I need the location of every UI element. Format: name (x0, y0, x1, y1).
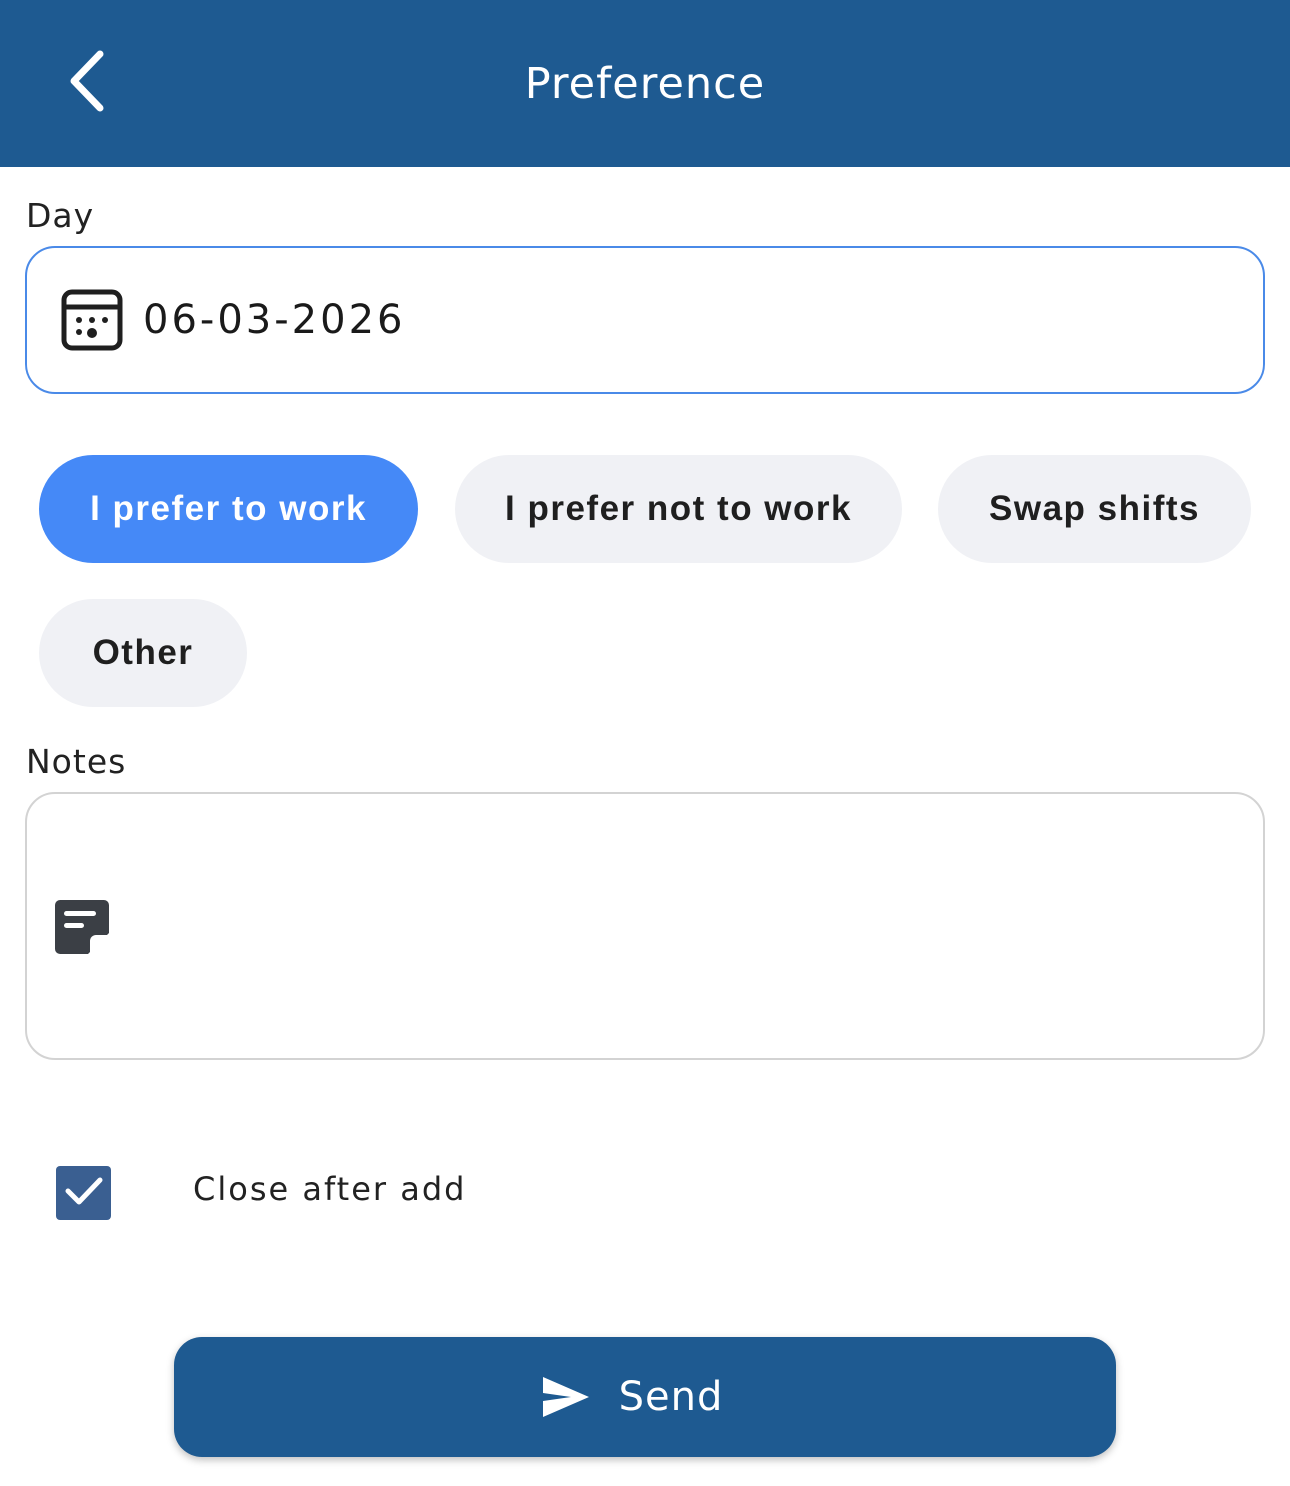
day-label: Day (26, 196, 95, 235)
chip-prefer-not-to-work[interactable]: I prefer not to work (455, 455, 902, 563)
page-title: Preference (524, 58, 766, 109)
chip-prefer-to-work[interactable]: I prefer to work (39, 455, 418, 563)
chip-other[interactable]: Other (39, 599, 247, 707)
date-value: 06-03-2026 (143, 297, 406, 343)
day-date-field[interactable]: 06-03-2026 (25, 246, 1265, 394)
back-button[interactable] (48, 40, 128, 126)
notes-textarea[interactable] (25, 792, 1265, 1060)
close-after-add-checkbox[interactable] (56, 1166, 111, 1220)
calendar-icon (61, 289, 123, 351)
close-after-add-label: Close after add (193, 1170, 467, 1208)
send-icon (541, 1375, 591, 1419)
app-bar: Preference (0, 0, 1290, 167)
send-label: Send (618, 1374, 724, 1420)
chip-swap-shifts[interactable]: Swap shifts (938, 455, 1251, 563)
note-icon (53, 898, 111, 956)
chevron-left-icon (68, 50, 108, 116)
send-button[interactable]: Send (174, 1337, 1116, 1457)
checkmark-icon (64, 1175, 104, 1211)
notes-label: Notes (26, 742, 127, 781)
